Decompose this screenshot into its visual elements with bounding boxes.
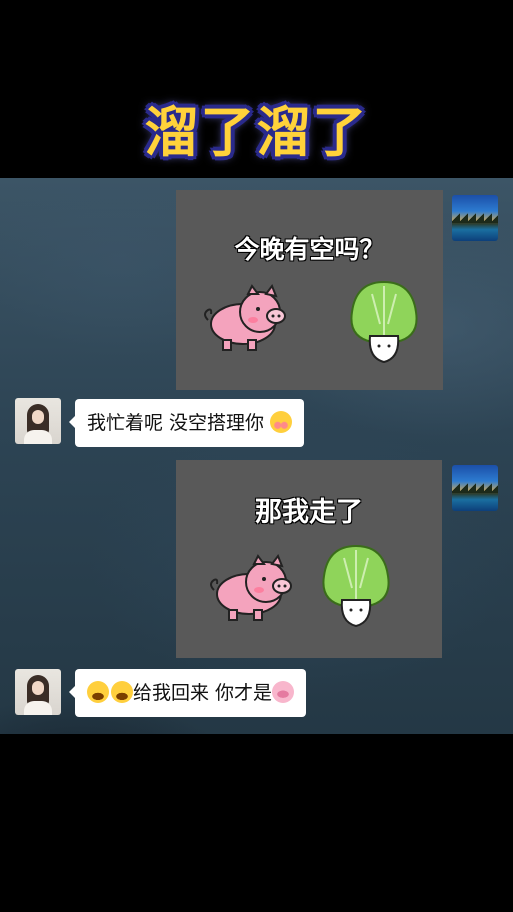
image-message-card[interactable]: 那我走了 [176, 460, 442, 658]
text-message-bubble[interactable]: 给我回来 你才是 [68, 669, 307, 717]
shy-face-emoji-icon [270, 410, 293, 433]
crying-laughing-emoji-icon [111, 680, 133, 703]
text-message-bubble[interactable]: 我忙着呢 没空搭理你 [68, 399, 305, 447]
avatar-right[interactable] [452, 195, 498, 241]
message-text: 给我回来 你才是 [133, 682, 273, 704]
pig-icon [210, 553, 292, 621]
avatar-right[interactable] [452, 465, 498, 511]
video-title: 溜了溜了 [144, 101, 369, 164]
chat-panel: 今晚有空吗？ 我忙着呢 没空搭理你 那我走了 给我回来 你才是 [0, 178, 513, 734]
pig-icon [204, 283, 286, 351]
avatar-left[interactable] [15, 669, 61, 715]
cabbage-icon [322, 544, 390, 628]
pig-face-emoji-icon [272, 680, 295, 703]
avatar-left[interactable] [15, 398, 61, 444]
image-message-card[interactable]: 今晚有空吗？ [176, 190, 443, 390]
bottom-black-area [0, 734, 513, 912]
image-caption: 今晚有空吗？ [234, 235, 385, 264]
crying-laughing-emoji-icon [87, 680, 109, 703]
cabbage-icon [350, 280, 418, 364]
message-text: 我忙着呢 没空搭理你 [87, 412, 265, 434]
image-caption: 那我走了 [255, 497, 363, 528]
